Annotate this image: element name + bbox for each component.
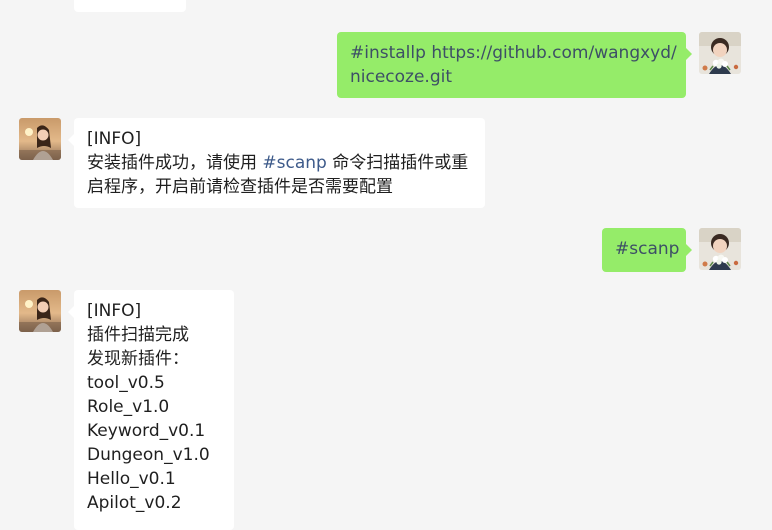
message-text: 启程序，开启前请检查插件是否需要配置 bbox=[87, 177, 393, 197]
chat-area: #installp https://github.com/wangxyd/ ni… bbox=[0, 0, 772, 530]
message-text: Keyword_v0.1 bbox=[87, 421, 206, 441]
message-text: Dungeon_v1.0 bbox=[87, 445, 210, 465]
user-avatar[interactable] bbox=[699, 228, 741, 270]
message-text: [INFO] bbox=[87, 301, 142, 321]
message-text: [INFO] bbox=[87, 129, 142, 149]
message-text: tool_v0.5 bbox=[87, 373, 165, 393]
user-avatar[interactable] bbox=[699, 32, 741, 74]
message-text: 安装插件成功，请使用 #scanp 命令扫描插件或重 bbox=[87, 151, 472, 175]
message-bubble-incoming[interactable]: [INFO] 插件扫描完成 发现新插件： tool_v0.5 Role_v1.0… bbox=[68, 290, 234, 530]
bot-avatar[interactable] bbox=[19, 118, 61, 160]
message-text-part: 安装插件成功，请使用 bbox=[87, 153, 263, 173]
message-bubble-outgoing[interactable]: #installp https://github.com/wangxyd/ ni… bbox=[337, 32, 692, 98]
message-text: Apilot_v0.2 bbox=[87, 493, 182, 513]
message-bubble-outgoing[interactable]: #scanp bbox=[602, 228, 692, 272]
message-text: nicecoze.git bbox=[350, 67, 453, 87]
message-text: 发现新插件： bbox=[87, 349, 189, 369]
message-text: #scanp bbox=[615, 239, 680, 259]
bot-avatar-image bbox=[19, 290, 61, 332]
message-text: 插件扫描完成 bbox=[87, 325, 189, 345]
hashtag-link[interactable]: #scanp bbox=[262, 153, 326, 173]
previous-message-bubble bbox=[74, 0, 186, 12]
message-text: Role_v1.0 bbox=[87, 397, 170, 417]
user-avatar-image bbox=[699, 228, 741, 270]
message-bubble-incoming[interactable]: [INFO] 安装插件成功，请使用 #scanp 命令扫描插件或重 启程序，开启… bbox=[68, 118, 485, 208]
message-text: #installp https://github.com/wangxyd/ bbox=[350, 43, 677, 63]
message-text-part: 命令扫描插件或重 bbox=[326, 153, 469, 173]
bot-avatar[interactable] bbox=[19, 290, 61, 332]
bot-avatar-image bbox=[19, 118, 61, 160]
message-text: Hello_v0.1 bbox=[87, 469, 176, 489]
user-avatar-image bbox=[699, 32, 741, 74]
